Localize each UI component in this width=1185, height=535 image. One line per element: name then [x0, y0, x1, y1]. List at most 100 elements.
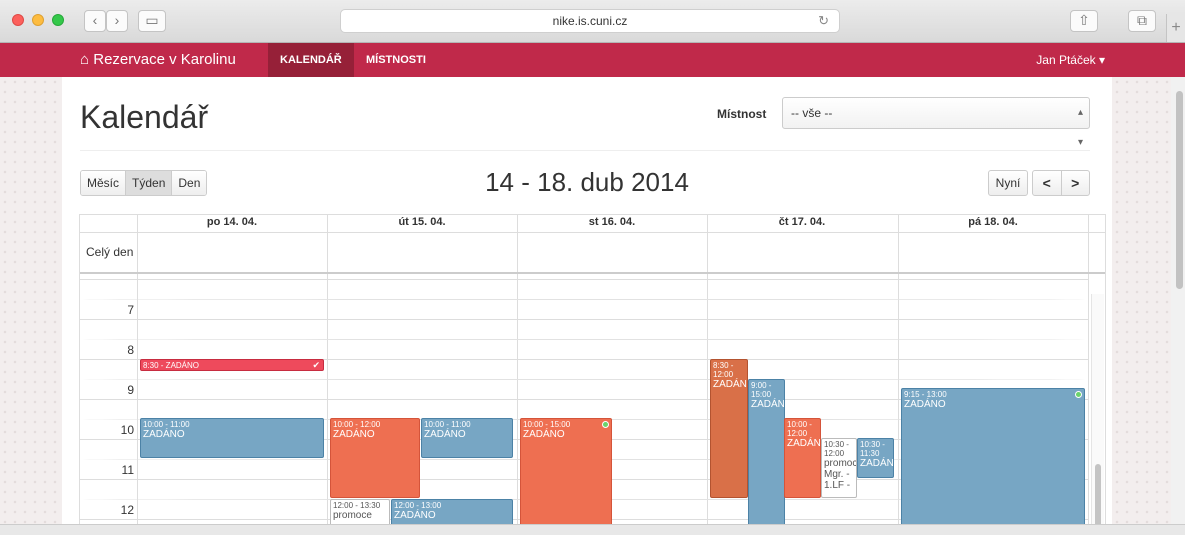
event-time: 10:00 - 12:00 [787, 420, 812, 438]
event-time: 12:00 - 13:30 [333, 501, 381, 510]
main-content: Kalendář Místnost -- vše -- ▴ ▾ Měsíc Týd… [62, 77, 1112, 534]
calendar-event[interactable]: 10:00 - 12:00 ZADÁNO [330, 418, 420, 498]
calendar-event[interactable]: 10:00 - 12:00 ZADÁN [784, 418, 821, 498]
event-time: 8:30 - ZADÁNO [143, 361, 200, 370]
page-scrollbar[interactable] [1171, 77, 1185, 534]
nav-item-mistnosti[interactable]: MÍSTNOSTI [354, 43, 438, 77]
event-time: 12:00 - 13:00 [394, 501, 442, 510]
brand-link[interactable]: ⌂ Rezervace v Karolinu [80, 43, 236, 77]
event-title: ZADÁNO [394, 510, 436, 521]
share-button[interactable]: ⇧ [1070, 10, 1098, 32]
nav-item-kalendar[interactable]: KALENDÁŘ [268, 43, 354, 77]
page-scrollbar-thumb[interactable] [1176, 91, 1183, 289]
tabs-button[interactable]: ⧉ [1128, 10, 1156, 32]
day-header-tue: út 15. 04. [398, 216, 446, 228]
hour-label: 9 [127, 383, 134, 397]
event-time: 10:30 - 12:00 [824, 440, 849, 458]
grid-line [327, 215, 328, 534]
calendar-event[interactable]: 8:30 - ZADÁNO ✔ [140, 359, 324, 371]
page-title: Kalendář [80, 99, 209, 135]
calendar-scrollbar[interactable] [1091, 294, 1104, 534]
event-time: 10:00 - 11:00 [143, 420, 190, 429]
date-range-title: 14 - 18. dub 2014 [485, 167, 689, 197]
grid-line [80, 232, 1105, 233]
view-month-button[interactable]: Měsíc [81, 171, 127, 195]
home-icon: ⌂ [80, 51, 90, 68]
address-bar[interactable]: nike.is.cuni.cz ↻ [340, 9, 840, 33]
event-title: ZADÁNO [333, 429, 375, 440]
event-title: promoc Mgr. - 1.LF - [824, 458, 857, 491]
prev-week-button[interactable]: < [1033, 171, 1062, 195]
event-time: 9:00 - 15:00 [751, 381, 772, 399]
event-time: 10:00 - 12:00 [333, 420, 381, 429]
now-button[interactable]: Nyní [988, 170, 1028, 196]
grid-line [80, 279, 1088, 280]
hour-label: 12 [120, 503, 134, 517]
event-title: ZADÁNO [143, 429, 185, 440]
calendar-event[interactable]: 9:00 - 15:00 ZADÁN [748, 379, 785, 534]
event-title: ZADÁN [787, 438, 821, 449]
background-pattern-left [0, 77, 62, 534]
prev-next-group: < > [1032, 170, 1090, 196]
divider [80, 150, 1090, 151]
url-text: nike.is.cuni.cz [552, 14, 628, 28]
hour-label: 8 [127, 343, 134, 357]
grid-line [517, 215, 518, 534]
grid-line [80, 379, 1088, 380]
chevron-left-icon: ‹ [92, 12, 98, 28]
all-day-label: Celý den [86, 245, 134, 259]
event-title: ZADÁN [860, 458, 894, 469]
grid-line [707, 215, 708, 534]
sidebar-icon: ▭ [145, 12, 159, 28]
select-arrows-icon: ▴ ▾ [1077, 107, 1083, 148]
view-day-button[interactable]: Den [172, 171, 207, 195]
day-header-fri: pá 18. 04. [968, 216, 1018, 228]
grid-line [898, 215, 899, 534]
room-select-value: -- vše -- [791, 106, 833, 120]
calendar-event[interactable]: 10:30 - 11:30 ZADÁN [857, 438, 894, 478]
event-time: 10:00 - 15:00 [523, 420, 571, 429]
calendar-event[interactable]: 8:30 - 12:00 ZADÁN [710, 359, 748, 498]
hour-label: 7 [127, 303, 134, 317]
status-dot-icon [1075, 391, 1082, 398]
navbar: ⌂ Rezervace v Karolinu KALENDÁŘ MÍSTNOST… [0, 43, 1185, 77]
next-week-button[interactable]: > [1062, 171, 1090, 195]
forward-button[interactable]: › [106, 10, 128, 32]
calendar-event[interactable]: 10:00 - 15:00 ZADÁNO [520, 418, 612, 534]
day-header-thu: čt 17. 04. [778, 216, 826, 228]
calendar-event[interactable]: 10:00 - 11:00 ZADÁNO [140, 418, 324, 458]
event-title: ZADÁN [751, 399, 785, 410]
sidebar-button[interactable]: ▭ [138, 10, 166, 32]
share-icon: ⇧ [1078, 12, 1090, 28]
user-menu[interactable]: Jan Ptáček ▾ [1036, 43, 1105, 77]
calendar-event[interactable]: 9:15 - 13:00 ZADÁNO [901, 388, 1085, 534]
close-window-button[interactable] [12, 14, 24, 26]
room-select[interactable]: -- vše -- ▴ ▾ [782, 97, 1090, 148]
check-icon: ✔ [312, 360, 320, 370]
event-title: promoce [333, 510, 372, 521]
background-pattern-right [1112, 77, 1172, 534]
reload-icon[interactable]: ↻ [818, 10, 829, 32]
browser-status-bar [0, 524, 1185, 535]
calendar-event[interactable]: 10:00 - 11:00 ZADÁNO [421, 418, 513, 458]
new-tab-button[interactable]: + [1166, 14, 1185, 42]
event-title: ZADÁNO [523, 429, 565, 440]
browser-toolbar: ‹ › ▭ nike.is.cuni.cz ↻ ⇧ ⧉ + [0, 0, 1185, 43]
calendar-event[interactable]: 10:30 - 12:00 promoc Mgr. - 1.LF - [821, 438, 857, 498]
brand-label: Rezervace v Karolinu [93, 51, 236, 68]
view-week-button[interactable]: Týden [126, 171, 173, 195]
view-switcher: Měsíc Týden Den [80, 170, 208, 196]
day-header-mon: po 14. 04. [206, 216, 258, 228]
tabs-icon: ⧉ [1137, 12, 1147, 28]
back-button[interactable]: ‹ [84, 10, 106, 32]
event-time: 9:15 - 13:00 [904, 390, 947, 399]
event-title: ZADÁNO [424, 429, 466, 440]
chevron-right-icon: › [114, 12, 120, 28]
grid-line [80, 339, 1088, 340]
minimize-window-button[interactable] [32, 14, 44, 26]
grid-line [80, 299, 1088, 300]
day-header-wed: st 16. 04. [588, 216, 636, 228]
week-calendar: po 14. 04. út 15. 04. st 16. 04. čt 17. … [79, 214, 1106, 534]
event-title: ZADÁNO [904, 399, 946, 410]
zoom-window-button[interactable] [52, 14, 64, 26]
